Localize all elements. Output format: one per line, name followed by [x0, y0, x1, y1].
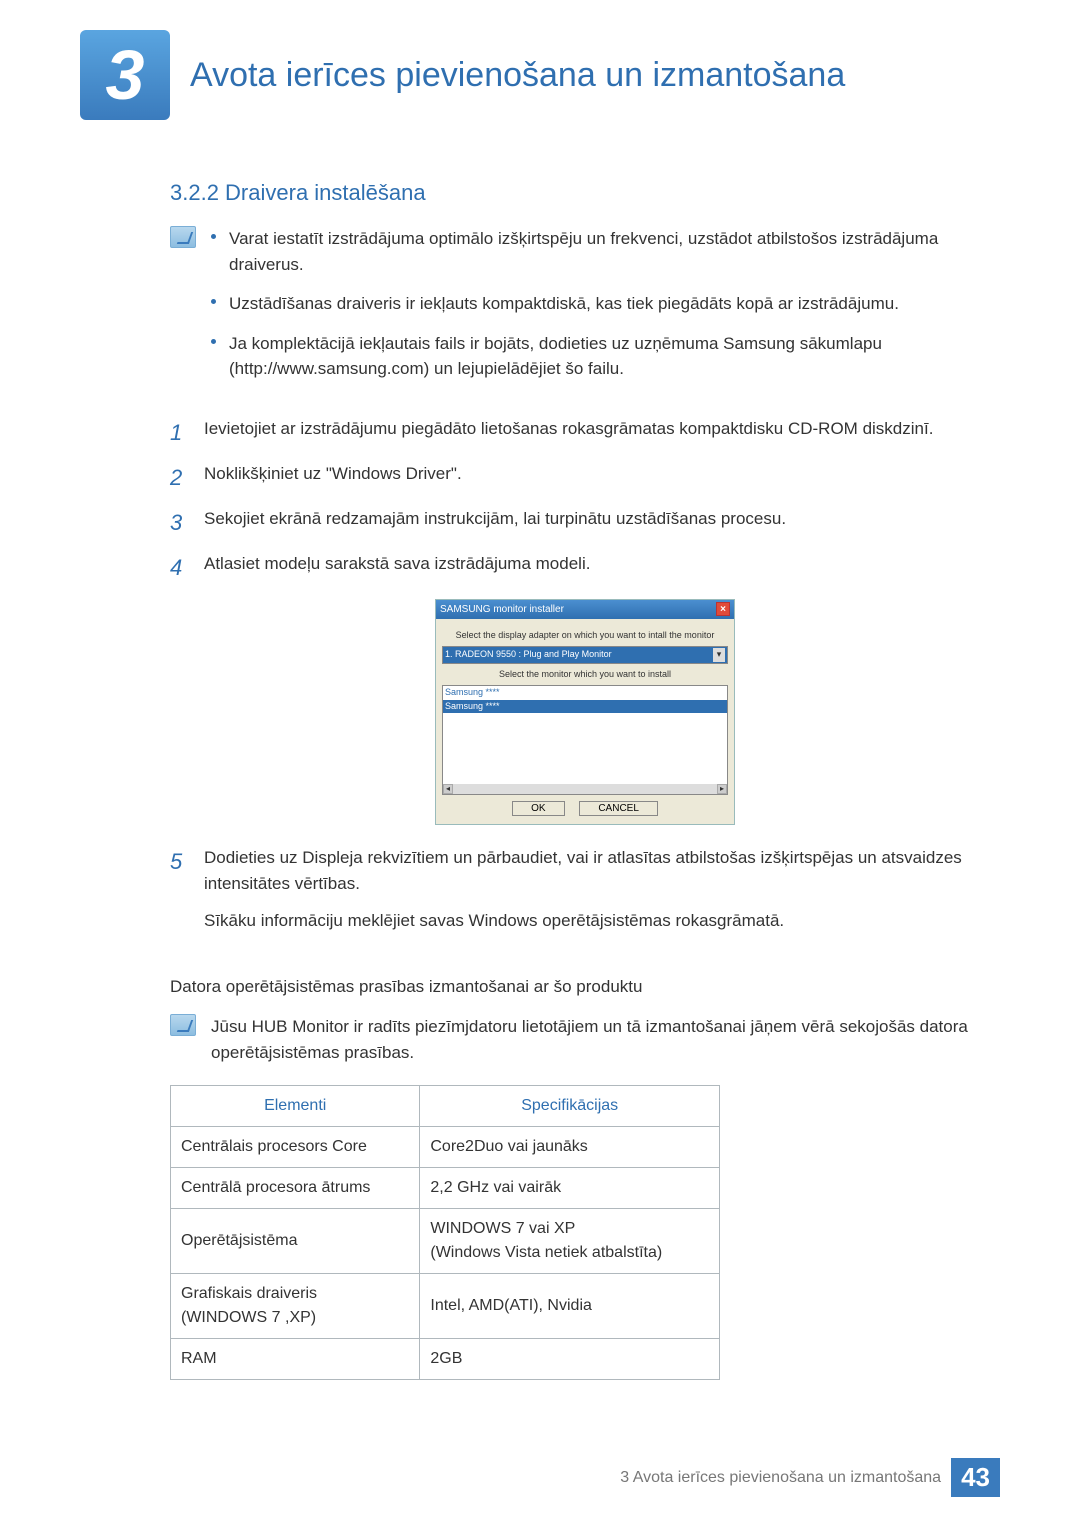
adapter-select[interactable]: 1. RADEON 9550 : Plug and Play Monitor ▾	[442, 646, 728, 664]
scrollbar-horizontal[interactable]: ◂▸	[443, 784, 727, 794]
note-icon	[170, 1014, 196, 1036]
step-text: Noklikšķiniet uz "Windows Driver".	[204, 461, 1000, 494]
step-number: 3	[170, 506, 186, 539]
list-item[interactable]: Samsung ****	[443, 700, 727, 714]
step-text: Sekojiet ekrānā redzamajām instrukcijām,…	[204, 506, 1000, 539]
list-item[interactable]: Samsung ****	[443, 686, 727, 700]
note-item: Uzstādīšanas draiveris ir iekļauts kompa…	[211, 291, 1000, 317]
table-row: Centrālā procesora ātrums2,2 GHz vai vai…	[171, 1168, 720, 1209]
steps-list: 1 Ievietojiet ar izstrādājumu piegādāto l…	[170, 416, 1000, 584]
installer-label: Select the monitor which you want to ins…	[442, 668, 728, 682]
step-extra-text: Sīkāku informāciju meklējiet savas Windo…	[204, 908, 1000, 934]
step-number: 2	[170, 461, 186, 494]
table-row: OperētājsistēmaWINDOWS 7 vai XP (Windows…	[171, 1209, 720, 1274]
cancel-button[interactable]: CANCEL	[579, 801, 658, 816]
footer-text: 3 Avota ierīces pievienošana un izmantoš…	[620, 1469, 941, 1487]
chapter-title: Avota ierīces pievienošana un izmantošan…	[190, 56, 845, 95]
step-text: Atlasiet modeļu sarakstā sava izstrādāju…	[204, 551, 1000, 584]
step-number: 4	[170, 551, 186, 584]
section-title: 3.2.2 Draivera instalēšana	[170, 180, 1000, 206]
chevron-down-icon: ▾	[713, 648, 725, 662]
system-req-title: Datora operētājsistēmas prasības izmanto…	[170, 974, 1000, 1000]
table-header: Elementi	[171, 1086, 420, 1127]
note-block-1: Varat iestatīt izstrādājuma optimālo izš…	[170, 226, 1000, 396]
installer-title: SAMSUNG monitor installer	[440, 602, 564, 617]
page-header: 3 Avota ierīces pievienošana un izmantoš…	[80, 30, 1000, 120]
steps-list-cont: 5 Dodieties uz Displeja rekvizītiem un pā…	[170, 845, 1000, 896]
chapter-number-badge: 3	[80, 30, 170, 120]
table-row: Grafiskais draiveris (WINDOWS 7 ,XP)Inte…	[171, 1274, 720, 1339]
adapter-select-value: 1. RADEON 9550 : Plug and Play Monitor	[445, 648, 612, 662]
spec-table: Elementi Specifikācijas Centrālais proce…	[170, 1085, 720, 1380]
note-text: Jūsu HUB Monitor ir radīts piezīmjdatoru…	[211, 1014, 1000, 1065]
table-row: RAM2GB	[171, 1339, 720, 1380]
page-footer: 3 Avota ierīces pievienošana un izmantoš…	[620, 1458, 1000, 1497]
page-number: 43	[951, 1458, 1000, 1497]
note-item: Ja komplektācijā iekļautais fails ir boj…	[211, 331, 1000, 382]
note-block-2: Jūsu HUB Monitor ir radīts piezīmjdatoru…	[170, 1014, 1000, 1065]
step-text: Dodieties uz Displeja rekvizītiem un pār…	[204, 845, 1000, 896]
installer-label: Select the display adapter on which you …	[442, 629, 728, 643]
installer-window: SAMSUNG monitor installer × Select the d…	[435, 599, 735, 826]
note-item: Varat iestatīt izstrādājuma optimālo izš…	[211, 226, 1000, 277]
ok-button[interactable]: OK	[512, 801, 564, 816]
table-row: Centrālais procesors CoreCore2Duo vai ja…	[171, 1127, 720, 1168]
step-text: Ievietojiet ar izstrādājumu piegādāto li…	[204, 416, 1000, 449]
note-icon	[170, 226, 196, 248]
step-number: 1	[170, 416, 186, 449]
step-number: 5	[170, 845, 186, 896]
installer-titlebar: SAMSUNG monitor installer ×	[436, 600, 734, 619]
close-icon[interactable]: ×	[716, 602, 730, 616]
monitor-listbox[interactable]: Samsung **** Samsung **** ◂▸	[442, 685, 728, 795]
table-header: Specifikācijas	[420, 1086, 720, 1127]
